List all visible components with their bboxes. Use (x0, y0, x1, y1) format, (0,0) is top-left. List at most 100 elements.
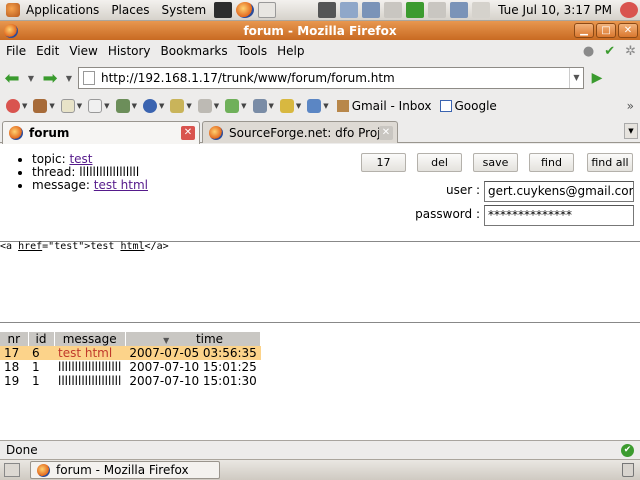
menu-view[interactable]: View (64, 44, 102, 58)
dropdown-arrow-icon[interactable]: ▼ (22, 102, 27, 110)
close-tab-icon[interactable]: ✕ (379, 125, 393, 140)
close-tab-icon[interactable]: ✕ (181, 126, 195, 140)
message-label: message: (32, 178, 94, 192)
message-cell-link[interactable]: test html (58, 346, 112, 360)
gear-icon[interactable]: ✲ (625, 44, 636, 59)
terminal-launcher-icon[interactable] (214, 2, 233, 18)
stop-icon[interactable] (6, 99, 20, 113)
volume-icon[interactable] (472, 2, 491, 18)
find-all-button[interactable]: find all (587, 153, 633, 172)
dropdown-arrow-icon[interactable]: ▼ (323, 102, 328, 110)
document-icon[interactable] (88, 99, 103, 113)
dropdown-arrow-icon[interactable]: ▼ (77, 102, 82, 110)
clipboard-icon[interactable] (384, 2, 403, 18)
dropdown-arrow-icon[interactable]: ▼ (296, 102, 301, 110)
throbber-icon: ● (582, 44, 595, 59)
password-input[interactable]: ************** (484, 205, 634, 226)
panel-menu-applications[interactable]: Applications (20, 3, 105, 17)
dropdown-arrow-icon[interactable]: ▼ (241, 102, 246, 110)
info-icon[interactable] (142, 99, 157, 113)
cell-message[interactable]: test html (54, 346, 126, 360)
url-dropdown-icon[interactable]: ▼ (569, 68, 583, 88)
power-icon[interactable] (620, 2, 638, 18)
dropdown-arrow-icon[interactable]: ▼ (159, 102, 164, 110)
status-ok-icon[interactable]: ✔ (621, 443, 634, 457)
cell-message: lllllllllllllllllll (58, 360, 122, 374)
network-icon[interactable] (340, 2, 359, 18)
forward-arrow-icon[interactable]: ➡ (38, 68, 62, 89)
trash-icon[interactable] (622, 463, 634, 477)
cell-id: 6 (28, 346, 54, 360)
tab-forum[interactable]: forum ✕ (2, 121, 200, 144)
nr-button[interactable]: 17 (361, 153, 406, 172)
clock[interactable]: Tue Jul 10, 3:17 PM (492, 3, 618, 17)
dropdown-arrow-icon[interactable]: ▼ (186, 102, 191, 110)
url-bar[interactable]: http://192.168.1.17/trunk/www/forum/foru… (78, 67, 584, 89)
dropdown-arrow-icon[interactable]: ▼ (269, 102, 274, 110)
table-row[interactable]: 17 6 test html 2007-07-05 03:56:35 (0, 346, 261, 360)
pencil-icon[interactable] (170, 99, 185, 113)
forward-history-dropdown-icon[interactable]: ▼ (62, 74, 76, 83)
menu-bookmarks[interactable]: Bookmarks (156, 44, 233, 58)
dropdown-arrow-icon[interactable]: ▼ (214, 102, 219, 110)
menu-edit[interactable]: Edit (31, 44, 64, 58)
firefox-launcher-icon[interactable] (236, 2, 255, 18)
message-source[interactable]: <a href="test">test html</a> (0, 241, 169, 252)
camera-icon[interactable] (318, 2, 337, 18)
user-input[interactable]: gert.cuykens@gmail.com (484, 181, 634, 202)
menu-help[interactable]: Help (272, 44, 309, 58)
column-header-message[interactable]: message (54, 332, 126, 346)
table-row[interactable]: 19 1 lllllllllllllllllll 2007-07-10 15:0… (0, 374, 261, 388)
more-bookmarks-icon[interactable]: » (627, 99, 634, 113)
maximize-button[interactable]: □ (596, 23, 616, 38)
table-row[interactable]: 18 1 lllllllllllllllllll 2007-07-10 15:0… (0, 360, 261, 374)
network-status-icon[interactable] (450, 2, 469, 18)
calendar-icon[interactable] (428, 2, 447, 18)
url-text[interactable]: http://192.168.1.17/trunk/www/forum/foru… (101, 71, 569, 85)
back-history-dropdown-icon[interactable]: ▼ (24, 74, 38, 83)
dropdown-arrow-icon[interactable]: ▼ (49, 102, 54, 110)
envelope-icon[interactable] (60, 99, 75, 113)
gnome-foot-icon (6, 3, 20, 17)
user-icon[interactable] (33, 99, 48, 113)
panel-menu-places[interactable]: Places (105, 3, 155, 17)
delete-button[interactable]: del (417, 153, 462, 172)
save-button[interactable]: save (473, 153, 518, 172)
column-header-time[interactable]: ▼ time (125, 332, 262, 346)
dropdown-arrow-icon[interactable]: ▼ (104, 102, 109, 110)
source-icon[interactable] (307, 99, 322, 113)
close-window-button[interactable]: ✕ (618, 23, 638, 38)
cube-icon[interactable] (197, 99, 212, 113)
status-bar: Done ✔ (0, 440, 640, 459)
go-arrow-icon[interactable]: ▶ (588, 69, 606, 87)
column-header-nr[interactable]: nr (0, 332, 29, 346)
wrench-icon[interactable] (252, 99, 267, 113)
message-item: message: test html (32, 179, 148, 192)
column-header-time-label: time (195, 332, 224, 346)
taskbar-window-button[interactable]: forum - Mozilla Firefox (30, 461, 220, 479)
minimize-button[interactable]: ▁ (574, 23, 594, 38)
bookmark-gmail[interactable]: Gmail - Inbox (336, 99, 432, 113)
source-text: ="test">test (42, 241, 121, 252)
key-icon[interactable] (279, 99, 294, 113)
menu-history[interactable]: History (103, 44, 156, 58)
menu-tools[interactable]: Tools (233, 44, 273, 58)
bookmark-google[interactable]: Google (439, 99, 497, 113)
show-desktop-icon[interactable] (4, 463, 20, 477)
checkmark-icon[interactable]: ✔ (604, 44, 615, 59)
dropdown-arrow-icon[interactable]: ▼ (132, 102, 137, 110)
back-arrow-icon[interactable]: ⬅ (0, 68, 24, 89)
resize-icon[interactable] (225, 99, 240, 113)
find-button[interactable]: find (529, 153, 574, 172)
column-header-id[interactable]: id (28, 332, 55, 346)
menu-file[interactable]: File (0, 44, 31, 58)
mail-launcher-icon[interactable] (258, 2, 277, 18)
window-titlebar[interactable]: forum - Mozilla Firefox ▁ □ ✕ (0, 21, 640, 40)
update-icon[interactable] (362, 2, 381, 18)
tab-sourceforge[interactable]: SourceForge.net: dfo Project... ✕ (202, 121, 398, 143)
message-link[interactable]: test html (94, 178, 148, 192)
tab-list-dropdown-icon[interactable]: ▼ (624, 123, 638, 139)
panel-menu-system[interactable]: System (155, 3, 212, 17)
image-icon[interactable] (115, 99, 130, 113)
topic-link[interactable]: test (69, 152, 92, 166)
